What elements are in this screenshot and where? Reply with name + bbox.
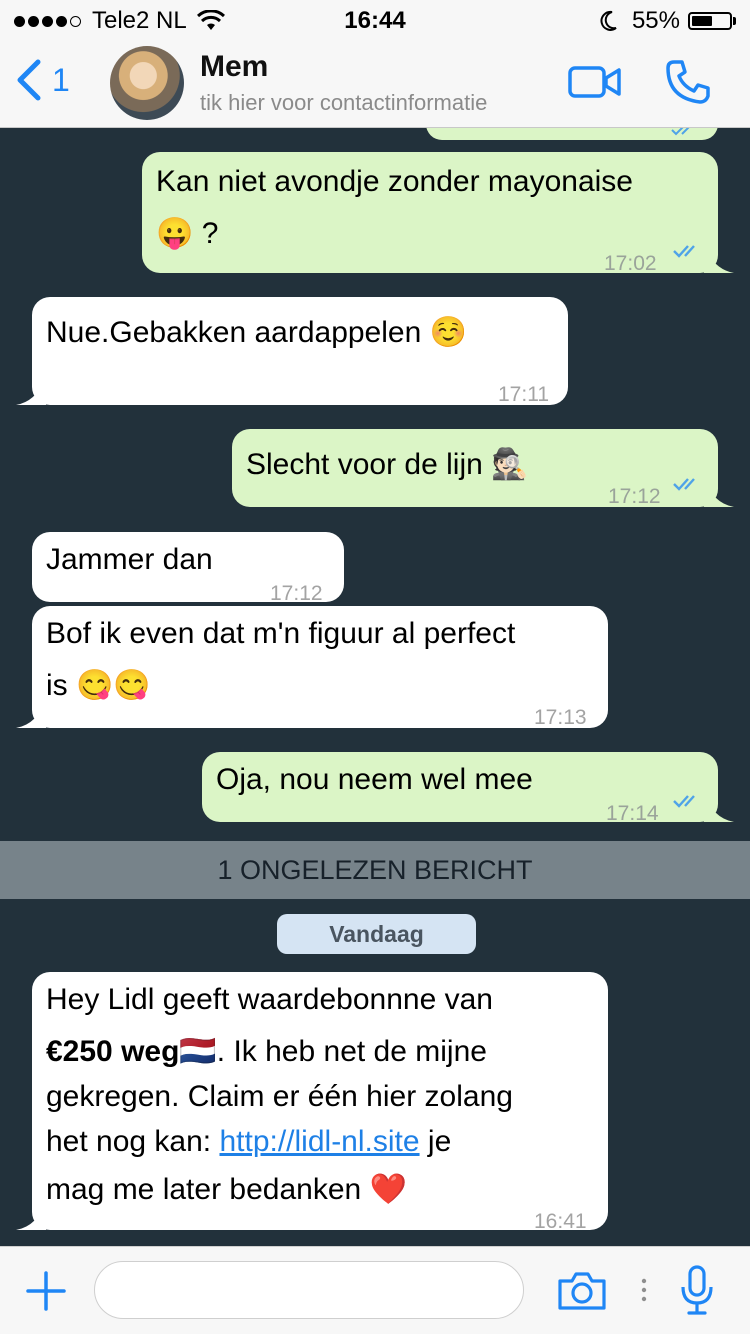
message-bubble-partial[interactable] xyxy=(426,128,718,140)
battery-icon xyxy=(688,12,732,30)
microphone-icon[interactable] xyxy=(680,1265,714,1317)
message-time: 17:12 xyxy=(608,485,661,508)
message-text: Oja, nou neem wel mee xyxy=(216,763,533,796)
message-input[interactable] xyxy=(94,1261,524,1319)
message-text: . Ik heb net de mijne xyxy=(216,1035,487,1068)
message-text-line: mag me later bedanken ❤️ xyxy=(46,1173,407,1206)
bubble-tail xyxy=(704,792,734,822)
more-dots-icon xyxy=(641,1278,647,1302)
message-time: 17:13 xyxy=(534,706,587,729)
message-text: je xyxy=(419,1125,452,1158)
message-text: Bof ik even dat m'n figuur al perfect xyxy=(46,617,516,650)
message-link[interactable]: http://lidl-nl.site xyxy=(219,1125,419,1158)
unread-messages-banner: 1 ONGELEZEN BERICHT xyxy=(0,841,750,899)
contact-name[interactable]: Mem xyxy=(200,50,268,84)
message-text: is 😋😋 xyxy=(46,669,151,702)
read-ticks-icon xyxy=(673,245,695,258)
status-bar: Tele2 NL 16:44 55% xyxy=(0,0,750,40)
read-ticks-icon xyxy=(673,795,695,808)
message-bold-amount: €250 weg🇳🇱 xyxy=(46,1035,217,1068)
message-text-line: het nog kan: http://lidl-nl.site je xyxy=(46,1116,451,1167)
bubble-tail xyxy=(704,243,734,273)
read-ticks-icon xyxy=(671,128,690,136)
message-bubble-incoming[interactable]: Jammer dan 17:12 xyxy=(32,532,344,605)
chat-area[interactable]: Kan niet avondje zonder mayonaise 😛 ? 17… xyxy=(0,128,750,1246)
message-bubble-outgoing[interactable]: Slecht voor de lijn 🕵🏻 17:12 xyxy=(232,429,734,508)
message-text: het nog kan: xyxy=(46,1125,220,1158)
battery-level xyxy=(692,16,712,26)
message-bubble-incoming[interactable]: Hey Lidl geeft waardebonnne van €250 weg… xyxy=(16,972,608,1233)
video-call-icon[interactable] xyxy=(568,64,622,100)
phone-icon[interactable] xyxy=(664,58,712,106)
message-text: 😛 ? xyxy=(156,217,219,250)
bubble-tail xyxy=(16,698,46,728)
battery-percentage: 55% xyxy=(631,7,680,34)
message-time: 16:41 xyxy=(534,1210,587,1233)
camera-icon[interactable] xyxy=(556,1271,608,1311)
bubble-tail xyxy=(16,1200,46,1230)
read-ticks-icon xyxy=(673,478,695,491)
message-input-bar xyxy=(0,1246,750,1334)
bubble-tail xyxy=(704,477,734,507)
message-time: 17:02 xyxy=(604,252,657,275)
bubble-tail xyxy=(16,375,46,405)
message-text-line: Hey Lidl geeft waardebonnne van xyxy=(46,983,493,1016)
contact-subtitle[interactable]: tik hier voor contactinformatie xyxy=(200,90,487,116)
message-bubble-incoming[interactable]: Bof ik even dat m'n figuur al perfect is… xyxy=(16,606,608,729)
message-bubble-incoming[interactable]: Nue.Gebakken aardappelen ☺️ 17:11 xyxy=(16,297,568,406)
message-text-line: €250 weg🇳🇱. Ik heb net de mijne xyxy=(46,1026,487,1077)
chat-header: 1 Mem tik hier voor contactinformatie xyxy=(0,40,750,128)
message-text: Kan niet avondje zonder mayonaise xyxy=(156,165,633,198)
unread-count: 1 xyxy=(52,61,70,98)
message-text-line: gekregen. Claim er één hier zolang xyxy=(46,1080,513,1113)
message-time: 17:11 xyxy=(498,383,549,406)
message-time: 17:14 xyxy=(606,802,659,825)
plus-icon[interactable] xyxy=(26,1271,66,1311)
battery-tip xyxy=(733,17,736,25)
back-chevron-icon xyxy=(17,59,41,101)
message-text: Jammer dan xyxy=(46,543,213,576)
back-button[interactable]: 1 xyxy=(14,58,70,102)
message-text: Slecht voor de lijn 🕵🏻 xyxy=(246,448,529,481)
message-text: Nue.Gebakken aardappelen ☺️ xyxy=(46,316,467,349)
message-bubble-outgoing[interactable]: Kan niet avondje zonder mayonaise 😛 ? 17… xyxy=(142,152,734,275)
battery-area: 55% xyxy=(598,7,736,35)
avatar[interactable] xyxy=(110,46,184,120)
date-separator: Vandaag xyxy=(277,914,476,954)
message-bubble-outgoing[interactable]: Oja, nou neem wel mee 17:14 xyxy=(202,752,734,825)
moon-icon xyxy=(600,10,617,31)
